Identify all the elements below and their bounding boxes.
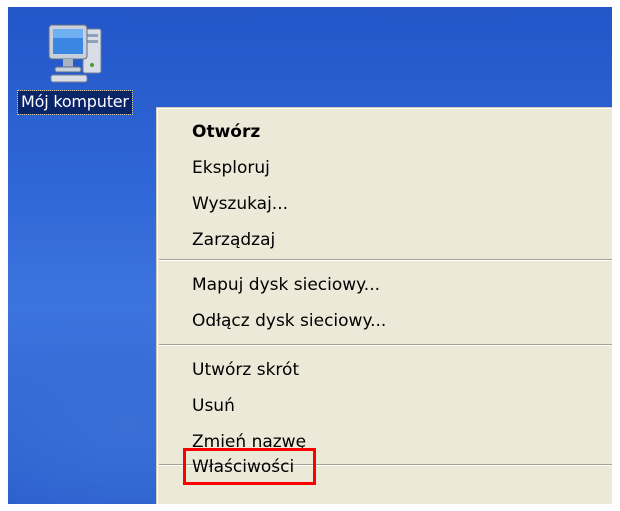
properties-highlight-outline bbox=[183, 448, 316, 485]
menu-item-explore[interactable]: Eksploruj bbox=[157, 150, 612, 186]
menu-item-disconnect-network-drive[interactable]: Odłącz dysk sieciowy... bbox=[157, 303, 612, 339]
screenshot-frame: Mój komputer Otwórz Eksploruj Wyszukaj..… bbox=[0, 0, 620, 511]
desktop-icon-label[interactable]: Mój komputer bbox=[17, 90, 133, 115]
desktop[interactable]: Mój komputer Otwórz Eksploruj Wyszukaj..… bbox=[8, 7, 612, 504]
menu-item-manage[interactable]: Zarządzaj bbox=[157, 222, 612, 258]
menu-item-map-network-drive[interactable]: Mapuj dysk sieciowy... bbox=[157, 267, 612, 303]
menu-item-open[interactable]: Otwórz bbox=[157, 114, 612, 150]
desktop-icon-my-computer[interactable]: Mój komputer bbox=[17, 15, 148, 125]
menu-item-create-shortcut[interactable]: Utwórz skrót bbox=[157, 352, 612, 388]
menu-separator bbox=[159, 259, 612, 261]
menu-separator bbox=[159, 344, 612, 346]
menu-item-delete[interactable]: Usuń bbox=[157, 388, 612, 424]
context-menu: Otwórz Eksploruj Wyszukaj... Zarządzaj M… bbox=[156, 107, 612, 504]
menu-item-search[interactable]: Wyszukaj... bbox=[157, 186, 612, 222]
my-computer-icon bbox=[48, 24, 102, 83]
